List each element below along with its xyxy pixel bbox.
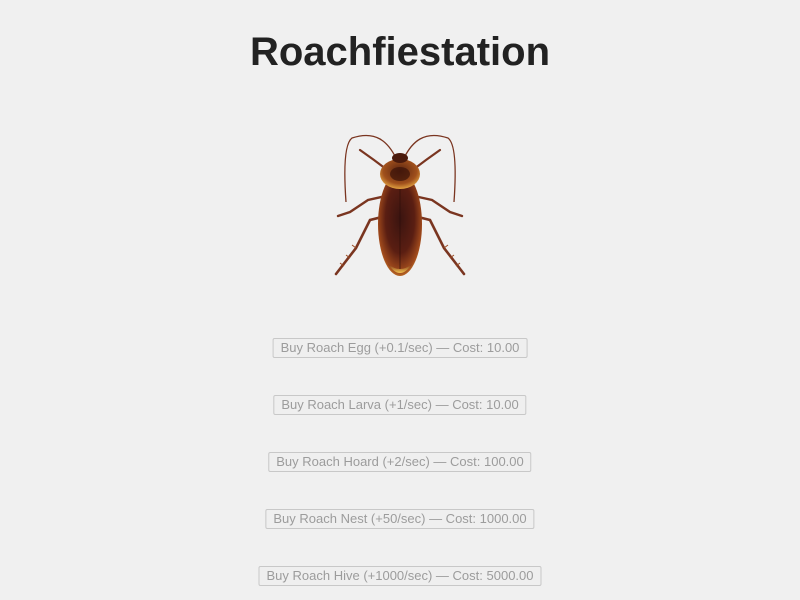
buy-roach-larva-button[interactable]: Buy Roach Larva (+1/sec) — Cost: 10.00: [273, 395, 527, 415]
buy-roach-egg-button[interactable]: Buy Roach Egg (+0.1/sec) — Cost: 10.00: [272, 338, 528, 358]
cockroach-icon: [334, 134, 466, 276]
buy-roach-hoard-button[interactable]: Buy Roach Hoard (+2/sec) — Cost: 100.00: [268, 452, 532, 472]
game-page: Roachfiestation Buy Roach Egg (+0.1/sec)…: [0, 0, 800, 600]
buy-roach-hive-button[interactable]: Buy Roach Hive (+1000/sec) — Cost: 5000.…: [258, 566, 542, 586]
buy-roach-nest-button[interactable]: Buy Roach Nest (+50/sec) — Cost: 1000.00: [265, 509, 535, 529]
roach-clicker-button[interactable]: [330, 124, 470, 284]
page-title: Roachfiestation: [249, 30, 551, 74]
